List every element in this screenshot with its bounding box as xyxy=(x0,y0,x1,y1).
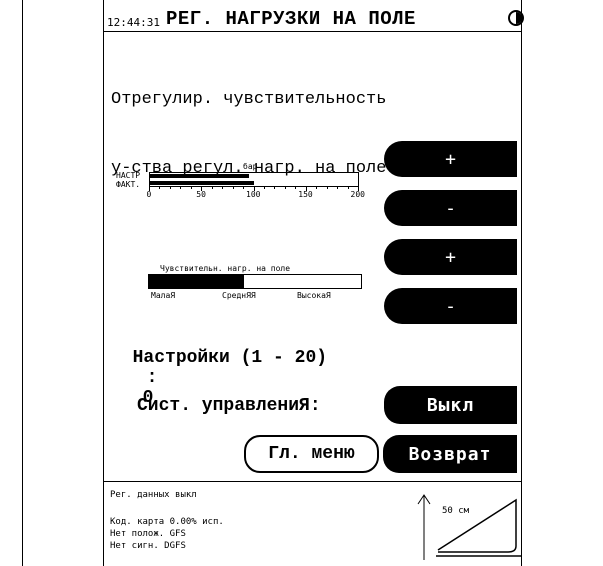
contrast-icon[interactable] xyxy=(508,10,524,26)
distance-label: 50 см xyxy=(442,506,470,516)
actual-label: ФАКТ. xyxy=(116,180,141,189)
tick-label: 150 xyxy=(298,190,313,199)
tick-mark xyxy=(211,187,213,189)
data-logging-status: Рег. данных выкл xyxy=(110,490,197,500)
load-plus-button[interactable]: + xyxy=(384,141,517,177)
settings-label: Настройки (1 - 20) xyxy=(132,348,328,368)
tick-mark xyxy=(326,187,328,189)
set-bar xyxy=(150,174,249,178)
dgps-signal-status: Нет сигн. DGFS xyxy=(110,541,186,551)
left-frame-line xyxy=(22,0,23,566)
control-state-button[interactable]: Выкл xyxy=(384,386,517,424)
depth-graphic: 50 см xyxy=(417,494,521,560)
tick-mark xyxy=(222,187,224,189)
tick-mark xyxy=(159,187,161,189)
sensitivity-labels: МалаЯ СреднЯЯ ВысокаЯ xyxy=(148,291,362,301)
sensitivity-medium: СреднЯЯ xyxy=(222,291,256,300)
sensitivity-minus-button[interactable]: - xyxy=(384,288,517,324)
main-menu-button[interactable]: Гл. меню xyxy=(244,435,379,473)
tick-mark xyxy=(169,187,171,189)
tick-mark xyxy=(243,187,245,189)
tick-mark xyxy=(316,187,318,189)
unit-label: бар xyxy=(243,162,258,171)
tick-mark xyxy=(263,187,265,189)
load-minus-button[interactable]: - xyxy=(384,190,517,226)
tick-label: 0 xyxy=(146,190,152,199)
tick-label: 50 xyxy=(196,190,206,199)
title-bar: 12:44:31 РЕГ. НАГРУЗКИ НА ПОЛЕ xyxy=(104,8,524,32)
sensitivity-low: МалаЯ xyxy=(151,291,176,300)
sensitivity-title: Чувствительн. нагр. на поле xyxy=(160,264,291,273)
tick-label: 200 xyxy=(350,190,365,199)
sensitivity-fill xyxy=(149,275,245,288)
footer-separator xyxy=(103,481,521,482)
footer: Рег. данных выкл Код. карта 0.00% исп. Н… xyxy=(110,490,410,562)
tick-mark xyxy=(284,187,286,189)
tick-mark xyxy=(347,187,349,189)
page-title: РЕГ. НАГРУЗКИ НА ПОЛЕ xyxy=(166,8,416,30)
right-frame-line xyxy=(521,0,522,566)
description-line-1: Отрегулир. чувствительность xyxy=(111,90,387,109)
tick-label: 100 xyxy=(246,190,261,199)
tick-mark xyxy=(190,187,192,189)
sensitivity-gauge: Чувствительн. нагр. на поле МалаЯ СреднЯ… xyxy=(148,262,364,302)
load-gauge: бар НАСТР ФАКТ. 0 50 100 150 200 xyxy=(112,162,374,202)
back-button[interactable]: Возврат xyxy=(383,435,517,473)
gps-position-status: Нет полож. GFS xyxy=(110,529,186,539)
actual-bar xyxy=(150,181,254,185)
sensitivity-high: ВысокаЯ xyxy=(297,291,331,300)
set-label: НАСТР xyxy=(116,171,141,180)
settings-separator: : xyxy=(146,368,158,388)
tick-mark xyxy=(274,187,276,189)
tick-mark xyxy=(295,187,297,189)
map-coverage: Код. карта 0.00% исп. xyxy=(110,517,224,527)
sensitivity-plus-button[interactable]: + xyxy=(384,239,517,275)
title-underline xyxy=(103,31,521,32)
tick-mark xyxy=(232,187,234,189)
tick-mark xyxy=(337,187,339,189)
control-system-label: Сист. управлениЯ: xyxy=(137,396,321,416)
tick-labels: 0 50 100 150 200 xyxy=(146,190,365,200)
tick-mark xyxy=(180,187,182,189)
clock: 12:44:31 xyxy=(107,16,160,29)
